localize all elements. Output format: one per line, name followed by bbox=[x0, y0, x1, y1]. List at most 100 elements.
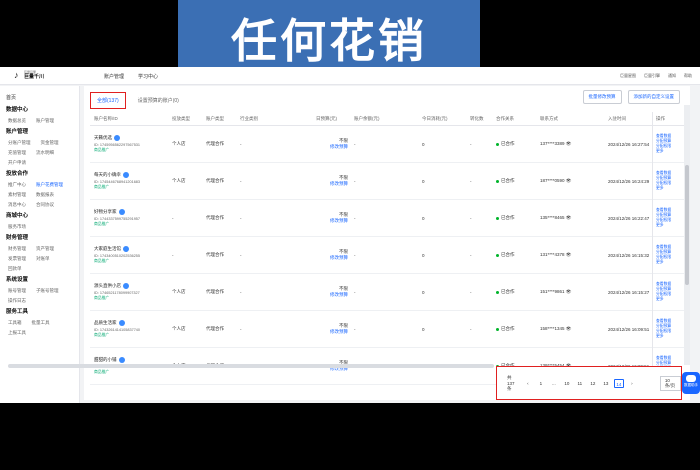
sidebar-item[interactable]: 子账号管理 bbox=[36, 286, 59, 296]
sidebar-item[interactable]: 账号管理 bbox=[8, 286, 26, 296]
sidebar-item[interactable]: 合同协议 bbox=[36, 200, 54, 210]
conversions: - bbox=[470, 326, 472, 332]
status-dot-icon bbox=[496, 216, 499, 220]
sidebar-item[interactable]: 开户申请 bbox=[8, 158, 26, 168]
account-name[interactable]: 源头直供小店 bbox=[94, 283, 121, 289]
account-name[interactable]: 天籁优选 bbox=[94, 135, 112, 141]
sidebar-item[interactable]: 工具箱 bbox=[8, 318, 22, 328]
contact-phone[interactable]: 131****4378 👁 bbox=[540, 252, 608, 258]
top-right-item[interactable]: 巨量引擎 bbox=[644, 73, 660, 79]
page-size-select[interactable]: 10 条/页 bbox=[659, 375, 681, 391]
contact-phone[interactable]: 158****1345 👁 bbox=[540, 326, 608, 332]
batch-budget-button[interactable]: 批量修改预算 bbox=[582, 90, 622, 104]
delivery-type: 个人店 bbox=[172, 289, 186, 294]
sidebar-item[interactable]: 操作日志 bbox=[8, 296, 26, 306]
sidebar-item[interactable]: 素材管理 bbox=[8, 190, 26, 200]
table-row[interactable]: 大家庭生活馆 ID: 1743400510202536255 商品推广 - 代理合作 - 不… bbox=[90, 237, 684, 274]
edit-budget-link[interactable]: 修改预算 bbox=[330, 218, 348, 224]
sidebar-item[interactable]: 充值管理 bbox=[8, 148, 26, 158]
page-button[interactable]: 14 bbox=[613, 378, 624, 388]
op-link[interactable]: 更多 bbox=[656, 223, 684, 228]
account-tag: 商品推广 bbox=[94, 296, 110, 300]
sidebar-item[interactable]: 数据报表 bbox=[36, 190, 54, 200]
sidebar-item[interactable]: 分账户管理 bbox=[8, 138, 31, 148]
account-name[interactable]: 大家庭生活馆 bbox=[94, 246, 121, 252]
edit-budget-link[interactable]: 修改预算 bbox=[330, 329, 348, 335]
edit-budget-link[interactable]: 修改预算 bbox=[330, 255, 348, 261]
top-right-item[interactable]: 帮助 bbox=[684, 73, 692, 79]
page-button[interactable]: 1 bbox=[536, 379, 546, 388]
table-row[interactable]: 品质生活家 ID: 1743261414105837740 商品推广 个人店 代理合作 -… bbox=[90, 311, 684, 348]
sidebar-item[interactable]: 首页 bbox=[6, 92, 79, 104]
page-button[interactable]: 12 bbox=[588, 379, 598, 388]
sidebar-item[interactable]: 账户管理 bbox=[36, 116, 54, 126]
logo[interactable]: ♪ 巨量引擎 巨量千川 bbox=[14, 70, 44, 80]
vertical-scrollbar-thumb[interactable] bbox=[685, 165, 689, 285]
balance: - bbox=[354, 252, 356, 258]
industry: - bbox=[240, 289, 242, 295]
table-row[interactable]: 源头直供小店 ID: 1746521178099907327 商品推广 个人店 代理合作… bbox=[90, 274, 684, 311]
op-link[interactable]: 更多 bbox=[656, 186, 684, 191]
conversions: - bbox=[470, 252, 472, 258]
top-right-item[interactable]: 巨量星图 bbox=[620, 73, 636, 79]
sidebar-item[interactable]: 财务管理 bbox=[8, 244, 26, 254]
contact-phone[interactable]: 135****8465 👁 bbox=[540, 215, 608, 221]
table-row[interactable]: 好物分享家 ID: 1744337599755291957 商品推广 - 代理合作 - 不限… bbox=[90, 200, 684, 237]
table-row[interactable]: 每天的小确幸 ID: 1745446768941201683 商品推广 个人店 代理合作… bbox=[90, 163, 684, 200]
delivery-type: 个人店 bbox=[172, 178, 186, 183]
status-text: 已合作 bbox=[501, 215, 515, 220]
sidebar-item[interactable]: 推广中心 bbox=[8, 180, 26, 190]
account-name[interactable]: 甜甜的小铺 bbox=[94, 357, 117, 363]
horizontal-scrollbar[interactable] bbox=[8, 364, 494, 368]
edit-budget-link[interactable]: 修改预算 bbox=[330, 181, 348, 187]
sidebar-item[interactable]: 回款单 bbox=[8, 264, 22, 274]
balance: - bbox=[354, 215, 356, 221]
page-button[interactable]: ... bbox=[549, 379, 559, 388]
account-name-line: 好物分享家 bbox=[94, 209, 172, 215]
sidebar-item[interactable]: 上报工具 bbox=[8, 328, 26, 338]
page-button[interactable]: 10 bbox=[562, 379, 572, 388]
sidebar-item[interactable]: 资产管理 bbox=[36, 244, 54, 254]
contact-phone[interactable]: 151****9861 👁 bbox=[540, 289, 608, 295]
sidebar-item[interactable]: 流水明细 bbox=[36, 148, 54, 158]
sidebar-row: 数据总览 账户管理 bbox=[6, 116, 79, 126]
delivery-type: 个人店 bbox=[172, 141, 186, 146]
top-nav-item[interactable]: 账户管理 bbox=[104, 73, 124, 80]
sidebar-item[interactable]: 资金管理 bbox=[41, 138, 59, 148]
top-right-item[interactable]: 通知 bbox=[668, 73, 676, 79]
op-link[interactable]: 更多 bbox=[656, 334, 684, 339]
contact-phone[interactable]: 187****0590 👁 bbox=[540, 178, 608, 184]
tab-0[interactable]: 全部(137) bbox=[90, 92, 126, 109]
overlay-title-banner: 任何花销 bbox=[178, 0, 480, 76]
next-page-button[interactable]: › bbox=[627, 379, 637, 388]
contact-phone[interactable]: 137****3389 👁 bbox=[540, 141, 608, 147]
sidebar-item[interactable]: 服务市场 bbox=[8, 222, 26, 232]
today-spend: 0 bbox=[422, 215, 425, 221]
op-link[interactable]: 更多 bbox=[656, 260, 684, 265]
page-button[interactable]: 11 bbox=[575, 379, 585, 388]
sidebar-item[interactable]: 发票管理 bbox=[8, 254, 26, 264]
edit-budget-link[interactable]: 修改预算 bbox=[330, 292, 348, 298]
top-bar: ♪ 巨量引擎 巨量千川 账户管理 学习中心 巨量星图 巨量引擎 通知 帮助 bbox=[0, 67, 700, 85]
account-name[interactable]: 品质生活家 bbox=[94, 320, 117, 326]
account-name[interactable]: 好物分享家 bbox=[94, 209, 117, 215]
sidebar-item[interactable]: 批量工具 bbox=[32, 318, 50, 328]
account-tag: 商品推广 bbox=[94, 259, 110, 263]
tab-1[interactable]: 设置预算的账户(0) bbox=[138, 97, 179, 104]
page-button[interactable]: 13 bbox=[601, 379, 611, 388]
account-name[interactable]: 每天的小确幸 bbox=[94, 172, 121, 178]
sidebar-item[interactable]: 账户花费管理 bbox=[36, 180, 63, 190]
cooperation-status: 已合作 bbox=[496, 326, 540, 332]
op-link[interactable]: 更多 bbox=[656, 297, 684, 302]
custom-setting-button[interactable]: 添加新的自定义设置 bbox=[627, 90, 680, 104]
edit-budget-link[interactable]: 修改预算 bbox=[330, 144, 348, 150]
vertical-scrollbar[interactable] bbox=[684, 105, 690, 365]
sidebar-item[interactable]: 对账单 bbox=[36, 254, 50, 264]
sidebar-item[interactable]: 数据总览 bbox=[8, 116, 26, 126]
op-link[interactable]: 更多 bbox=[656, 149, 684, 154]
data-assistant-button[interactable]: 数据助手 bbox=[682, 372, 700, 394]
prev-page-button[interactable]: ‹ bbox=[523, 379, 533, 388]
sidebar-item[interactable]: 消息中心 bbox=[8, 200, 26, 210]
top-nav-item[interactable]: 学习中心 bbox=[138, 73, 158, 80]
table-row[interactable]: 天籁优选 ID: 1745956562297567531 商品推广 个人店 代理合作 - 不… bbox=[90, 126, 684, 163]
